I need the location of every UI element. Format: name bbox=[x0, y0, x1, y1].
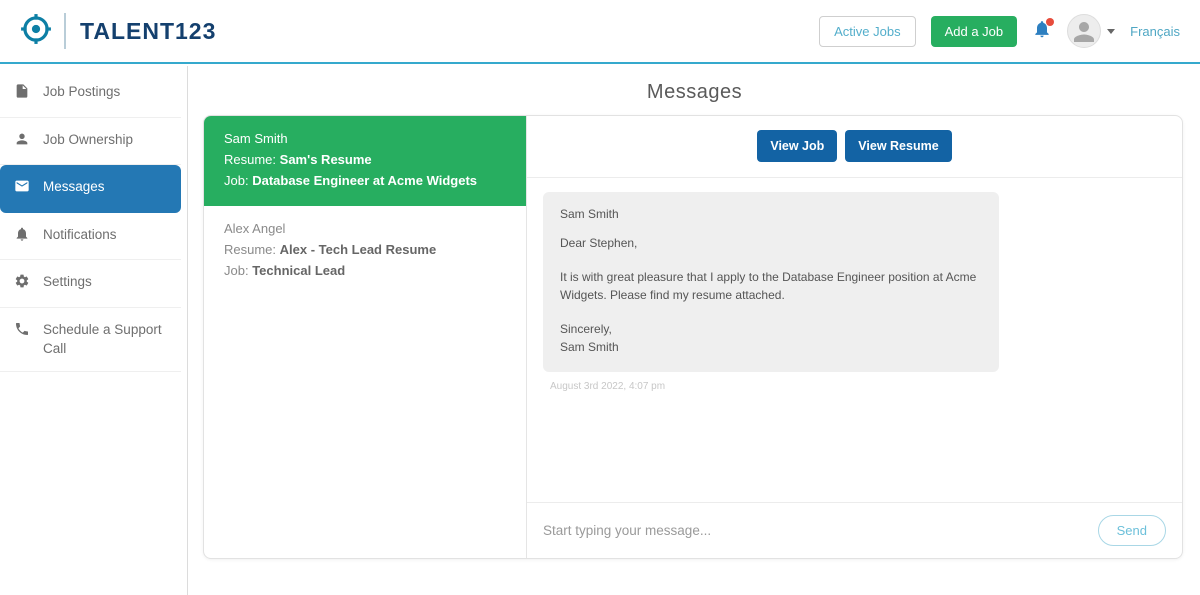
conversation-name: Alex Angel bbox=[224, 221, 286, 237]
language-switch-link[interactable]: Français bbox=[1130, 24, 1180, 39]
message-timestamp: August 3rd 2022, 4:07 pm bbox=[550, 381, 666, 392]
sidebar-item-label: Job Postings bbox=[43, 84, 121, 99]
message-thread: View Job View Resume Sam Smith Dear Step… bbox=[527, 116, 1182, 558]
sidebar-item-job-postings[interactable]: Job Postings bbox=[0, 70, 181, 118]
messages-panel: Sam Smith Resume: Sam's Resume Job: Data… bbox=[203, 115, 1183, 559]
sidebar-item-job-ownership[interactable]: Job Ownership bbox=[0, 118, 181, 166]
conversation-job-value: Technical Lead bbox=[252, 262, 346, 278]
conversation-list: Sam Smith Resume: Sam's Resume Job: Data… bbox=[204, 116, 527, 558]
message-input[interactable] bbox=[543, 523, 1086, 538]
message-body: It is with great pleasure that I apply t… bbox=[560, 270, 977, 302]
conversation-resume-value: Alex - Tech Lead Resume bbox=[279, 242, 437, 258]
view-job-button[interactable]: View Job bbox=[757, 130, 838, 162]
conversation-resume-value: Sam's Resume bbox=[279, 151, 372, 167]
compose-bar: Send bbox=[527, 502, 1182, 558]
add-job-button[interactable]: Add a Job bbox=[930, 15, 1018, 47]
sidebar-item-messages[interactable]: Messages bbox=[0, 165, 181, 213]
conversation-resume-line: Resume: Alex - Tech Lead Resume bbox=[224, 242, 437, 258]
conversation-job-value: Database Engineer at Acme Widgets bbox=[252, 172, 478, 188]
brand-divider bbox=[64, 13, 66, 49]
conversation-name: Sam Smith bbox=[224, 131, 288, 146]
envelope-icon bbox=[14, 177, 30, 200]
message-closing: Sincerely, bbox=[560, 322, 612, 336]
conversation-item-alex-angel[interactable]: Alex Angel Resume: Alex - Tech Lead Resu… bbox=[204, 206, 526, 296]
message-greeting: Dear Stephen, bbox=[560, 236, 638, 250]
brand-logo[interactable]: TALENT123 bbox=[20, 13, 216, 50]
page-title: Messages bbox=[646, 81, 743, 103]
person-icon bbox=[14, 130, 30, 153]
header-actions: Active Jobs Add a Job Français bbox=[819, 14, 1180, 48]
thread-body: Sam Smith Dear Stephen, It is with great… bbox=[527, 178, 1182, 502]
sidebar-item-label: Notifications bbox=[43, 226, 117, 242]
sidebar-item-label: Job Ownership bbox=[43, 131, 134, 147]
notifications-bell-button[interactable] bbox=[1032, 17, 1055, 44]
bell-icon bbox=[14, 225, 30, 248]
user-menu[interactable] bbox=[1067, 14, 1116, 48]
message-bubble: Sam Smith Dear Stephen, It is with great… bbox=[543, 192, 999, 372]
notification-badge bbox=[1046, 17, 1055, 26]
view-resume-button[interactable]: View Resume bbox=[845, 130, 952, 162]
top-header: TALENT123 Active Jobs Add a Job Français bbox=[0, 0, 1200, 64]
gear-icon bbox=[14, 272, 30, 295]
target-logo-icon bbox=[20, 13, 52, 50]
main-content: Messages Sam Smith Resume: Sam's Resume … bbox=[189, 66, 1200, 595]
avatar bbox=[1067, 14, 1102, 48]
conversation-job-line: Job: Database Engineer at Acme Widgets bbox=[224, 172, 478, 188]
sidebar-nav: Job Postings Job Ownership Messages Noti… bbox=[0, 66, 188, 595]
active-jobs-button[interactable]: Active Jobs bbox=[819, 15, 916, 47]
app-window: TALENT123 Active Jobs Add a Job Français… bbox=[0, 0, 1200, 595]
message-sender: Sam Smith bbox=[560, 207, 619, 221]
sidebar-item-label: Messages bbox=[43, 179, 105, 195]
chevron-down-icon bbox=[1107, 28, 1116, 34]
send-button[interactable]: Send bbox=[1097, 515, 1166, 546]
sidebar-item-schedule-support-call[interactable]: Schedule a Support Call bbox=[0, 308, 181, 372]
message-signature: Sam Smith bbox=[560, 340, 619, 354]
document-icon bbox=[14, 82, 30, 105]
conversation-resume-line: Resume: Sam's Resume bbox=[224, 151, 372, 167]
conversation-job-line: Job: Technical Lead bbox=[224, 262, 346, 278]
thread-toolbar: View Job View Resume bbox=[527, 116, 1182, 178]
sidebar-item-label: Schedule a Support Call bbox=[43, 321, 162, 357]
sidebar-item-label: Settings bbox=[43, 274, 92, 290]
conversation-item-sam-smith[interactable]: Sam Smith Resume: Sam's Resume Job: Data… bbox=[204, 116, 526, 207]
phone-icon bbox=[14, 320, 30, 343]
sidebar-item-settings[interactable]: Settings bbox=[0, 260, 181, 308]
sidebar-item-notifications[interactable]: Notifications bbox=[0, 213, 181, 261]
brand-name: TALENT123 bbox=[80, 17, 217, 44]
